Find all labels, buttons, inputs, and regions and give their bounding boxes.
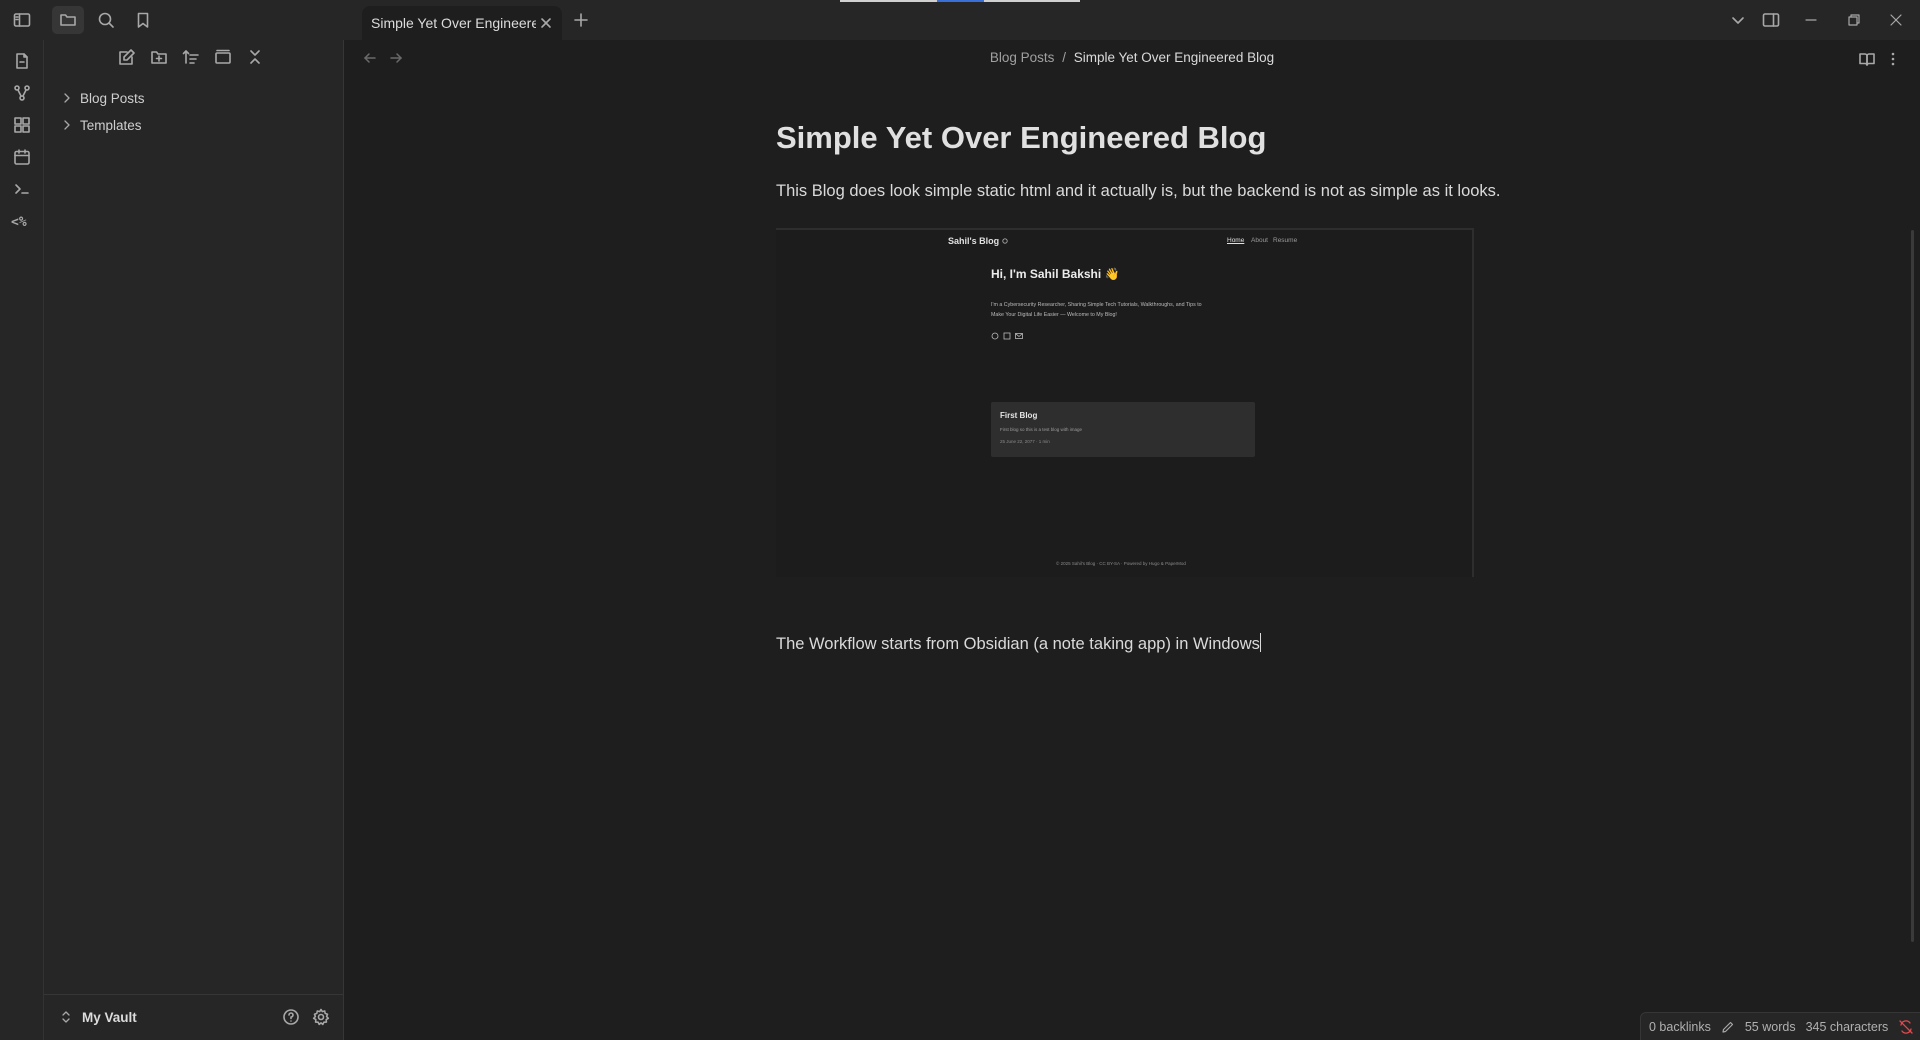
status-bar: 0 backlinks 55 words 345 characters bbox=[1640, 1012, 1920, 1040]
embed-nav-resume: Resume bbox=[1273, 237, 1298, 244]
chevron-right-icon bbox=[64, 93, 70, 103]
linkedin-icon bbox=[1003, 332, 1011, 340]
embed-card-desc: First blog so this is a test blog with i… bbox=[1000, 427, 1083, 432]
new-note-icon[interactable] bbox=[118, 48, 140, 70]
chevron-right-icon bbox=[64, 120, 70, 130]
reading-view-icon[interactable] bbox=[1858, 50, 1876, 68]
toggle-left-sidebar-icon[interactable] bbox=[6, 6, 38, 34]
editing-mode-pencil-icon[interactable] bbox=[1721, 1020, 1735, 1034]
breadcrumb-current[interactable]: Simple Yet Over Engineered Blog bbox=[1074, 50, 1274, 65]
canvas-icon[interactable] bbox=[11, 114, 33, 136]
embed-social-icons bbox=[991, 332, 1023, 340]
theme-toggle-icon bbox=[1001, 237, 1009, 245]
close-icon[interactable] bbox=[539, 16, 553, 30]
tab-title: Simple Yet Over Engineere... bbox=[371, 15, 536, 31]
embed-intro-line2: Make Your Digital Life Easier — Welcome … bbox=[991, 312, 1117, 318]
email-icon bbox=[1015, 333, 1023, 339]
breadcrumb-separator: / bbox=[1062, 50, 1066, 65]
new-folder-icon[interactable] bbox=[150, 48, 172, 70]
ribbon: <% bbox=[0, 40, 44, 1040]
auto-reveal-icon[interactable] bbox=[214, 48, 236, 70]
breadcrumb-folder[interactable]: Blog Posts bbox=[990, 50, 1055, 65]
embed-post-card: First Blog First blog so this is a test … bbox=[991, 402, 1255, 457]
folder-blog-posts[interactable]: Blog Posts bbox=[60, 86, 145, 110]
bookmark-icon[interactable] bbox=[127, 6, 159, 34]
sort-order-icon[interactable] bbox=[182, 48, 204, 70]
note-paragraph: The Workflow starts from Obsidian (a not… bbox=[776, 635, 1260, 653]
file-explorer: Blog Posts Templates My Vault bbox=[44, 40, 344, 1040]
sync-error-icon[interactable] bbox=[1898, 1019, 1914, 1035]
embed-footer: © 2025 Sahil's Blog · CC BY-SA · Powered… bbox=[1056, 561, 1186, 566]
editor-pane: Blog Posts / Simple Yet Over Engineered … bbox=[344, 40, 1920, 1040]
embed-card-meta: 25 June 22, 2077 · 1 min bbox=[1000, 439, 1050, 444]
svg-text:<%: <% bbox=[11, 215, 27, 230]
help-icon[interactable] bbox=[282, 1008, 300, 1026]
window-close-icon[interactable] bbox=[1880, 6, 1912, 34]
calendar-icon[interactable] bbox=[11, 146, 33, 168]
text-caret bbox=[1259, 633, 1261, 652]
progress-indicator-active bbox=[937, 0, 984, 2]
collapse-all-icon[interactable] bbox=[246, 48, 268, 70]
terminal-icon[interactable] bbox=[11, 178, 33, 200]
character-count: 345 characters bbox=[1805, 1019, 1889, 1034]
minimize-icon[interactable] bbox=[1795, 6, 1827, 34]
vault-switcher-bar: My Vault bbox=[44, 994, 344, 1040]
more-options-icon[interactable] bbox=[1890, 50, 1896, 68]
embed-heading: Hi, I'm Sahil Bakshi 👋 bbox=[991, 267, 1120, 281]
new-tab-icon[interactable] bbox=[565, 6, 597, 34]
folder-label: Templates bbox=[80, 117, 142, 133]
title-bar: Simple Yet Over Engineere... bbox=[0, 0, 1920, 40]
graph-view-icon[interactable] bbox=[11, 82, 33, 104]
embed-nav-home: Home bbox=[1227, 237, 1245, 244]
scrollbar[interactable] bbox=[1911, 230, 1914, 942]
search-icon[interactable] bbox=[90, 6, 122, 34]
folder-label: Blog Posts bbox=[80, 90, 145, 106]
embed-card-title: First Blog bbox=[1000, 411, 1038, 420]
breadcrumb: Blog Posts / Simple Yet Over Engineered … bbox=[344, 50, 1920, 65]
embedded-image: Sahil's Blog Home About Resume Hi, I'm S… bbox=[776, 228, 1474, 577]
restore-icon[interactable] bbox=[1838, 6, 1870, 34]
open-quick-switcher-icon[interactable] bbox=[11, 50, 33, 72]
github-icon bbox=[991, 332, 999, 340]
embed-intro-line1: I'm a Cybersecurity Researcher, Sharing … bbox=[991, 302, 1202, 308]
note-paragraph: This Blog does look simple static html a… bbox=[776, 182, 1501, 200]
folder-templates[interactable]: Templates bbox=[60, 113, 142, 137]
embed-site-title: Sahil's Blog bbox=[948, 236, 1000, 246]
templater-icon[interactable]: <% bbox=[11, 210, 33, 232]
embed-nav-about: About bbox=[1251, 237, 1268, 244]
files-icon[interactable] bbox=[52, 6, 84, 34]
note-title: Simple Yet Over Engineered Blog bbox=[776, 120, 1267, 155]
tab-list-chevron-down-icon[interactable] bbox=[1722, 6, 1754, 34]
settings-gear-icon[interactable] bbox=[312, 1008, 330, 1026]
chevron-up-down-icon bbox=[62, 1011, 70, 1023]
backlinks-count[interactable]: 0 backlinks bbox=[1649, 1020, 1711, 1034]
vault-name: My Vault bbox=[82, 1009, 137, 1025]
note-paragraph-cursor[interactable]: The Workflow starts from Obsidian (a not… bbox=[776, 633, 1261, 654]
tab-active-note[interactable]: Simple Yet Over Engineere... bbox=[362, 6, 562, 40]
vault-switcher[interactable]: My Vault bbox=[60, 1009, 137, 1025]
word-count: 55 words bbox=[1744, 1019, 1796, 1034]
toggle-right-sidebar-icon[interactable] bbox=[1755, 6, 1787, 34]
